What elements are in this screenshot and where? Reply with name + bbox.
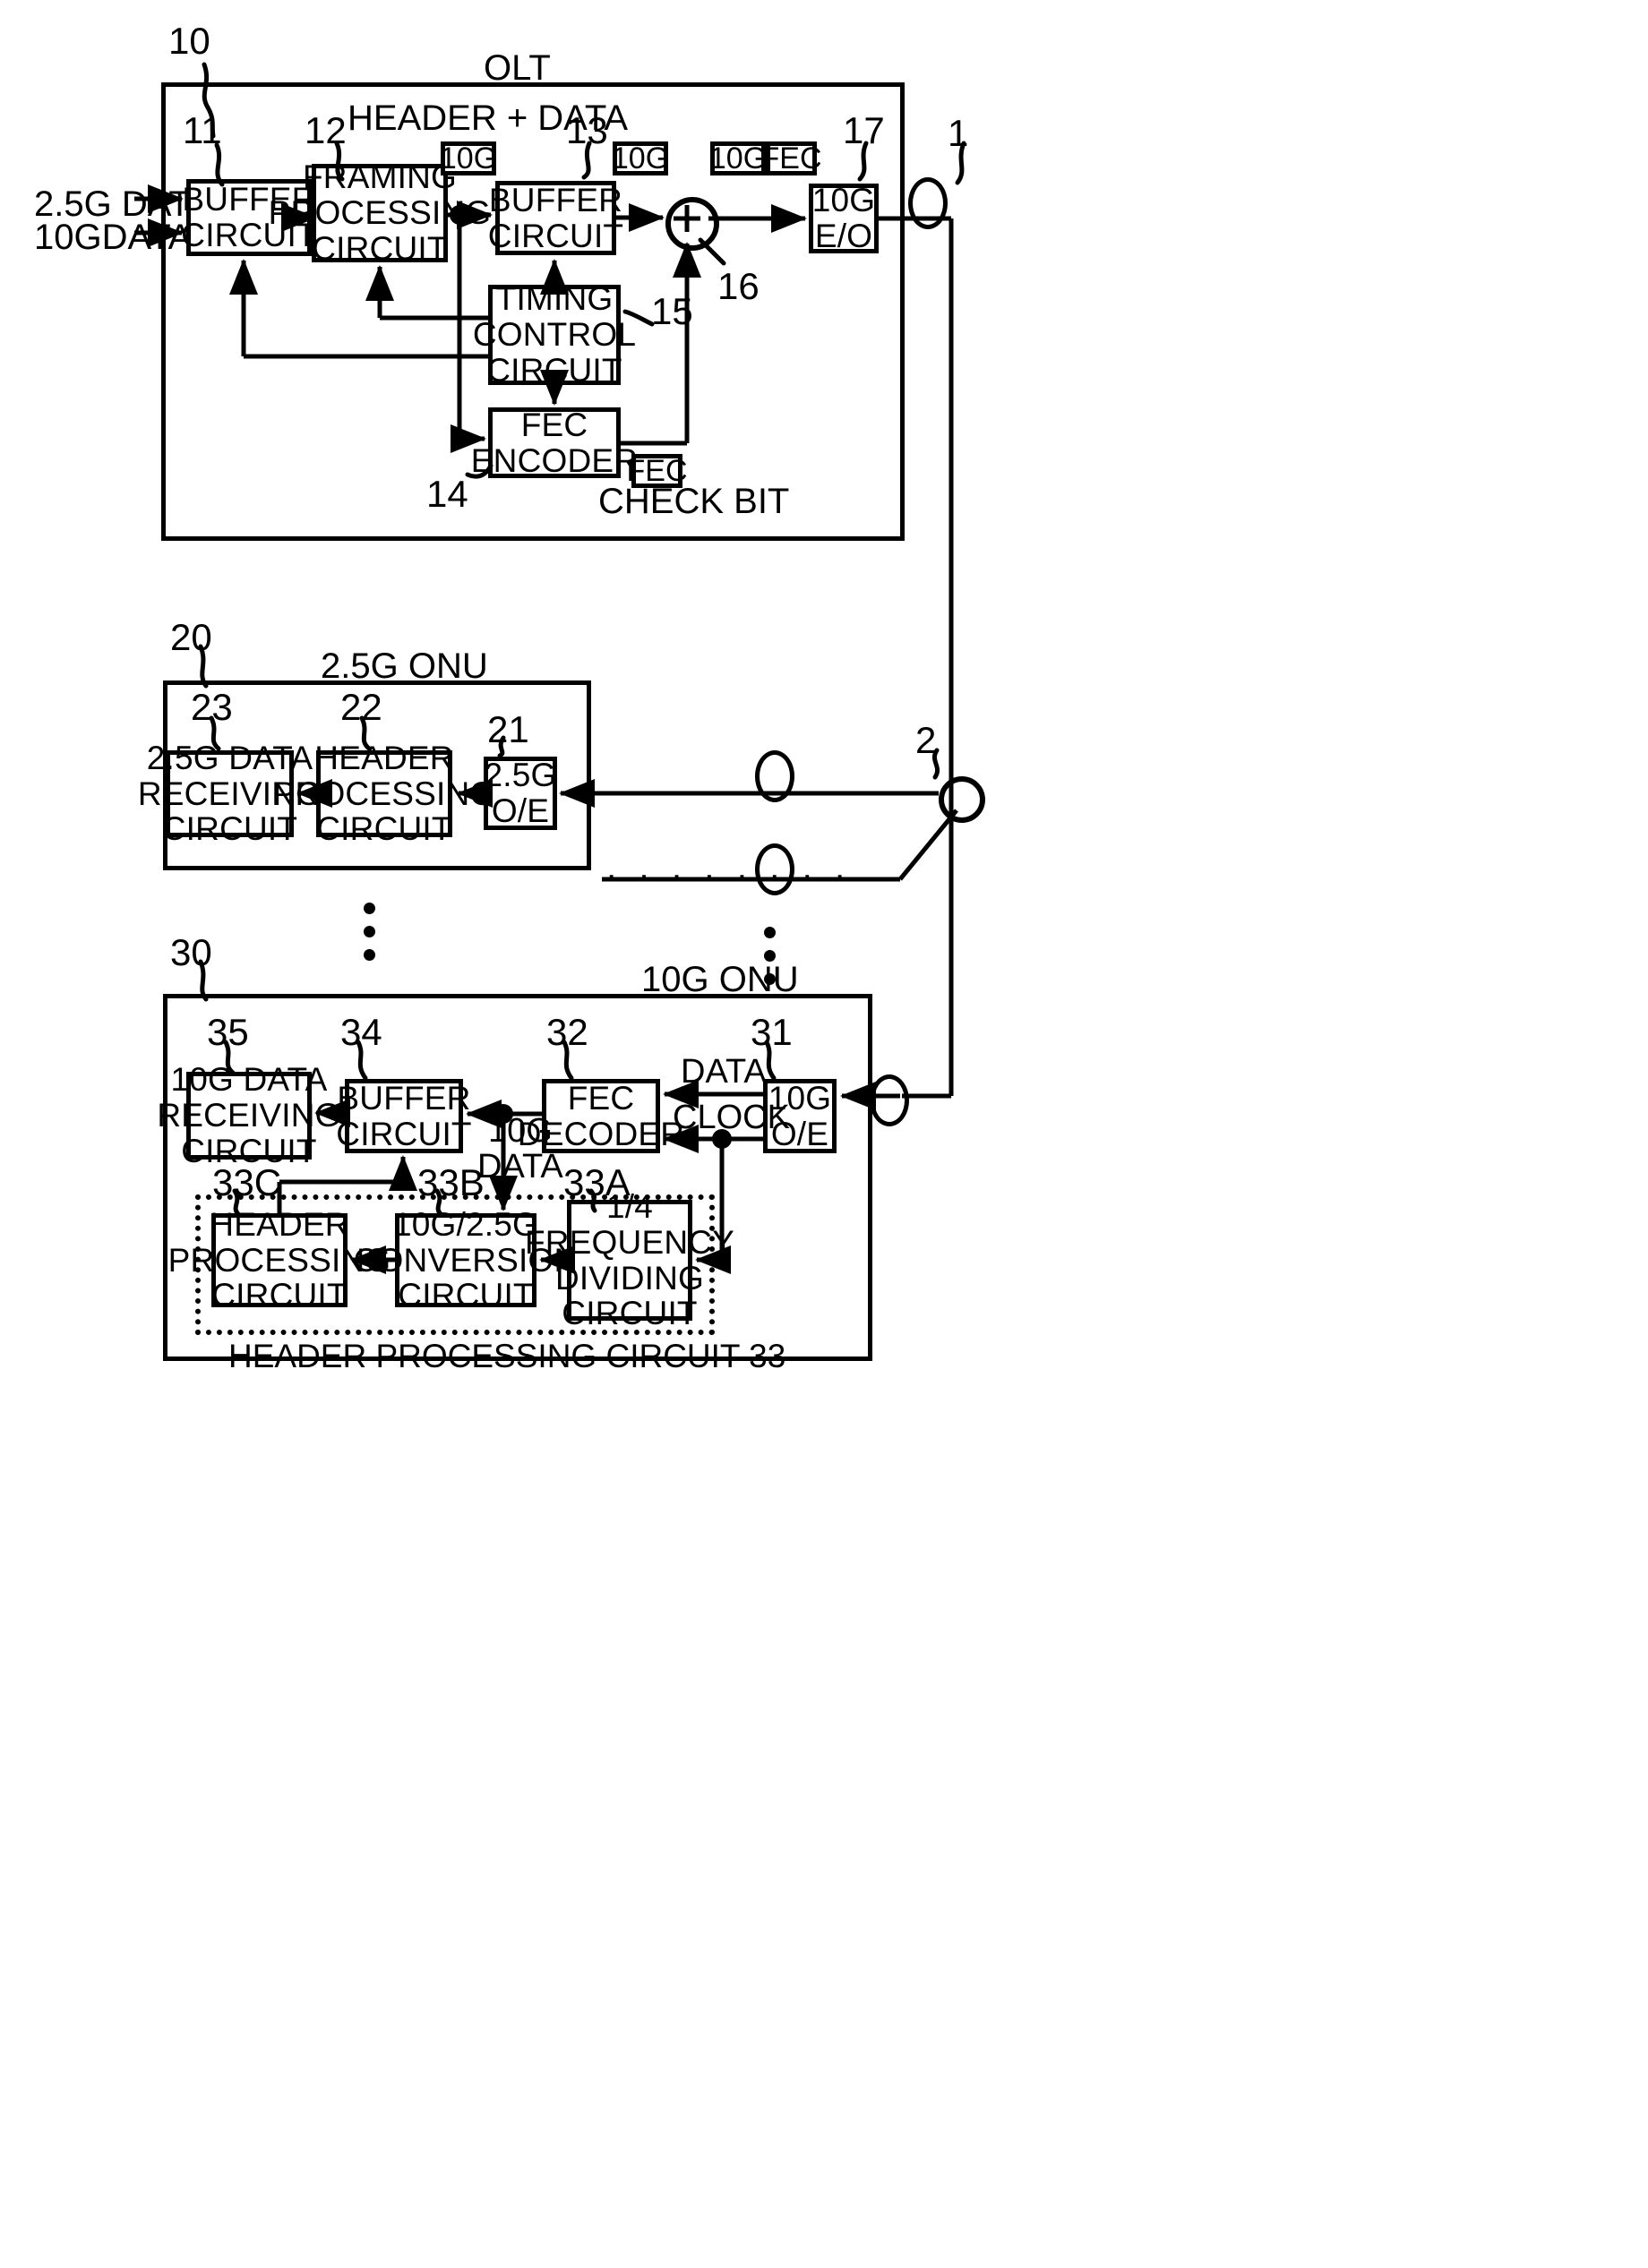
block-label: HEADER PROCESSING CIRCUIT — [272, 739, 496, 848]
block-fec-encoder-14: FEC ENCODER — [471, 407, 638, 478]
block-label: FEC ENCODER — [470, 406, 639, 479]
block-2_5g-oe-21: 2.5G O/E — [484, 757, 557, 830]
block-label: 2.5G O/E — [484, 757, 557, 829]
ref-33b: 33B — [417, 1161, 485, 1203]
block-label: BUFFER CIRCUIT — [336, 1079, 472, 1152]
ref-12: 12 — [305, 109, 347, 151]
block-label: 10G DATA RECEIVING CIRCUIT — [157, 1061, 341, 1169]
group-caption-33: HEADER PROCESSING CIRCUIT 33 — [228, 1338, 786, 1374]
ref-13: 13 — [566, 109, 608, 151]
block-label: 1/4 FREQUENCY DIVIDING CIRCUIT — [524, 1187, 735, 1332]
signal-text: 10G DATA — [477, 1111, 563, 1185]
block-framing-processing-circuit-12: FRAMING PROCESSING CIRCUIT — [269, 159, 492, 267]
tag-fec-bottom: FEC — [626, 453, 688, 488]
ref-31: 31 — [751, 1011, 793, 1053]
optical-splitter-node — [939, 776, 985, 823]
tag-10g-a: 10G — [439, 141, 498, 175]
block-label: BUFFER CIRCUIT — [487, 181, 624, 254]
block-header-processing-circuit-22: HEADER PROCESSING CIRCUIT — [273, 740, 496, 847]
fiber-loop-icon-10g — [870, 1074, 909, 1126]
ref-17: 17 — [843, 109, 885, 151]
block-label: 10G E/O — [811, 182, 876, 254]
ref-33a: 33A — [563, 1161, 631, 1203]
block-1-4-frequency-dividing-circuit-33a: 1/4 FREQUENCY DIVIDING CIRCUIT — [525, 1188, 734, 1331]
signal-label-clock: CLOCK — [673, 1099, 790, 1136]
patent-figure: OLT 10 HEADER + DATA CHECK BIT 2.5G DATA… — [0, 0, 1648, 2268]
onu-25g-title: 2.5G ONU — [321, 646, 488, 686]
ref-20: 20 — [170, 616, 212, 658]
ref-30: 30 — [170, 931, 212, 973]
block-10g-2_5g-conversion-circuit-33b: 10G/2.5G CONVERSION CIRCUIT — [354, 1206, 579, 1314]
ref-33c: 33C — [212, 1161, 282, 1203]
block-buffer-circuit-13: BUFFER CIRCUIT — [488, 181, 623, 255]
ref-35: 35 — [207, 1011, 249, 1053]
ref-1-fiber: 1 — [948, 112, 969, 154]
vertical-ellipsis-onu-list — [364, 903, 375, 961]
block-buffer-circuit-34: BUFFER CIRCUIT — [336, 1079, 472, 1153]
block-header-processing-circuit-33c: HEADER PROCESSING CIRCUIT — [168, 1206, 391, 1314]
tag-fec-top: FEC — [760, 141, 822, 175]
tag-10g-b: 10G — [611, 141, 670, 175]
ref-23: 23 — [191, 686, 233, 728]
tag-10g-c: 10G — [708, 141, 768, 175]
ref-34: 34 — [340, 1011, 382, 1053]
block-10g-data-receiving-circuit-35: 10G DATA RECEIVING CIRCUIT — [157, 1062, 340, 1169]
vertical-ellipsis-fiber-list — [764, 927, 776, 985]
horizontal-ellipsis-fiber: · · · · · · · · — [605, 855, 852, 894]
signal-label-data: DATA — [681, 1053, 767, 1091]
ref-15: 15 — [651, 290, 693, 332]
olt-title: OLT — [484, 48, 551, 88]
input-label-10g-data: 10GDATA — [34, 218, 193, 257]
ref-22: 22 — [340, 686, 382, 728]
ref-11: 11 — [183, 109, 222, 151]
adder-16 — [665, 197, 719, 251]
ref-16: 16 — [717, 265, 760, 307]
ref-2-splitter: 2 — [915, 719, 937, 761]
ref-21: 21 — [487, 708, 529, 750]
fiber-loop-icon-25g — [755, 750, 794, 802]
block-10g-eo-17: 10G E/O — [809, 182, 879, 254]
ref-14: 14 — [426, 473, 468, 515]
block-timing-control-circuit-15: TIMING CONTROL CIRCUIT — [473, 281, 636, 389]
ref-10: 10 — [168, 20, 210, 62]
fiber-loop-icon-trunk — [908, 177, 948, 229]
block-label: TIMING CONTROL CIRCUIT — [472, 280, 637, 389]
